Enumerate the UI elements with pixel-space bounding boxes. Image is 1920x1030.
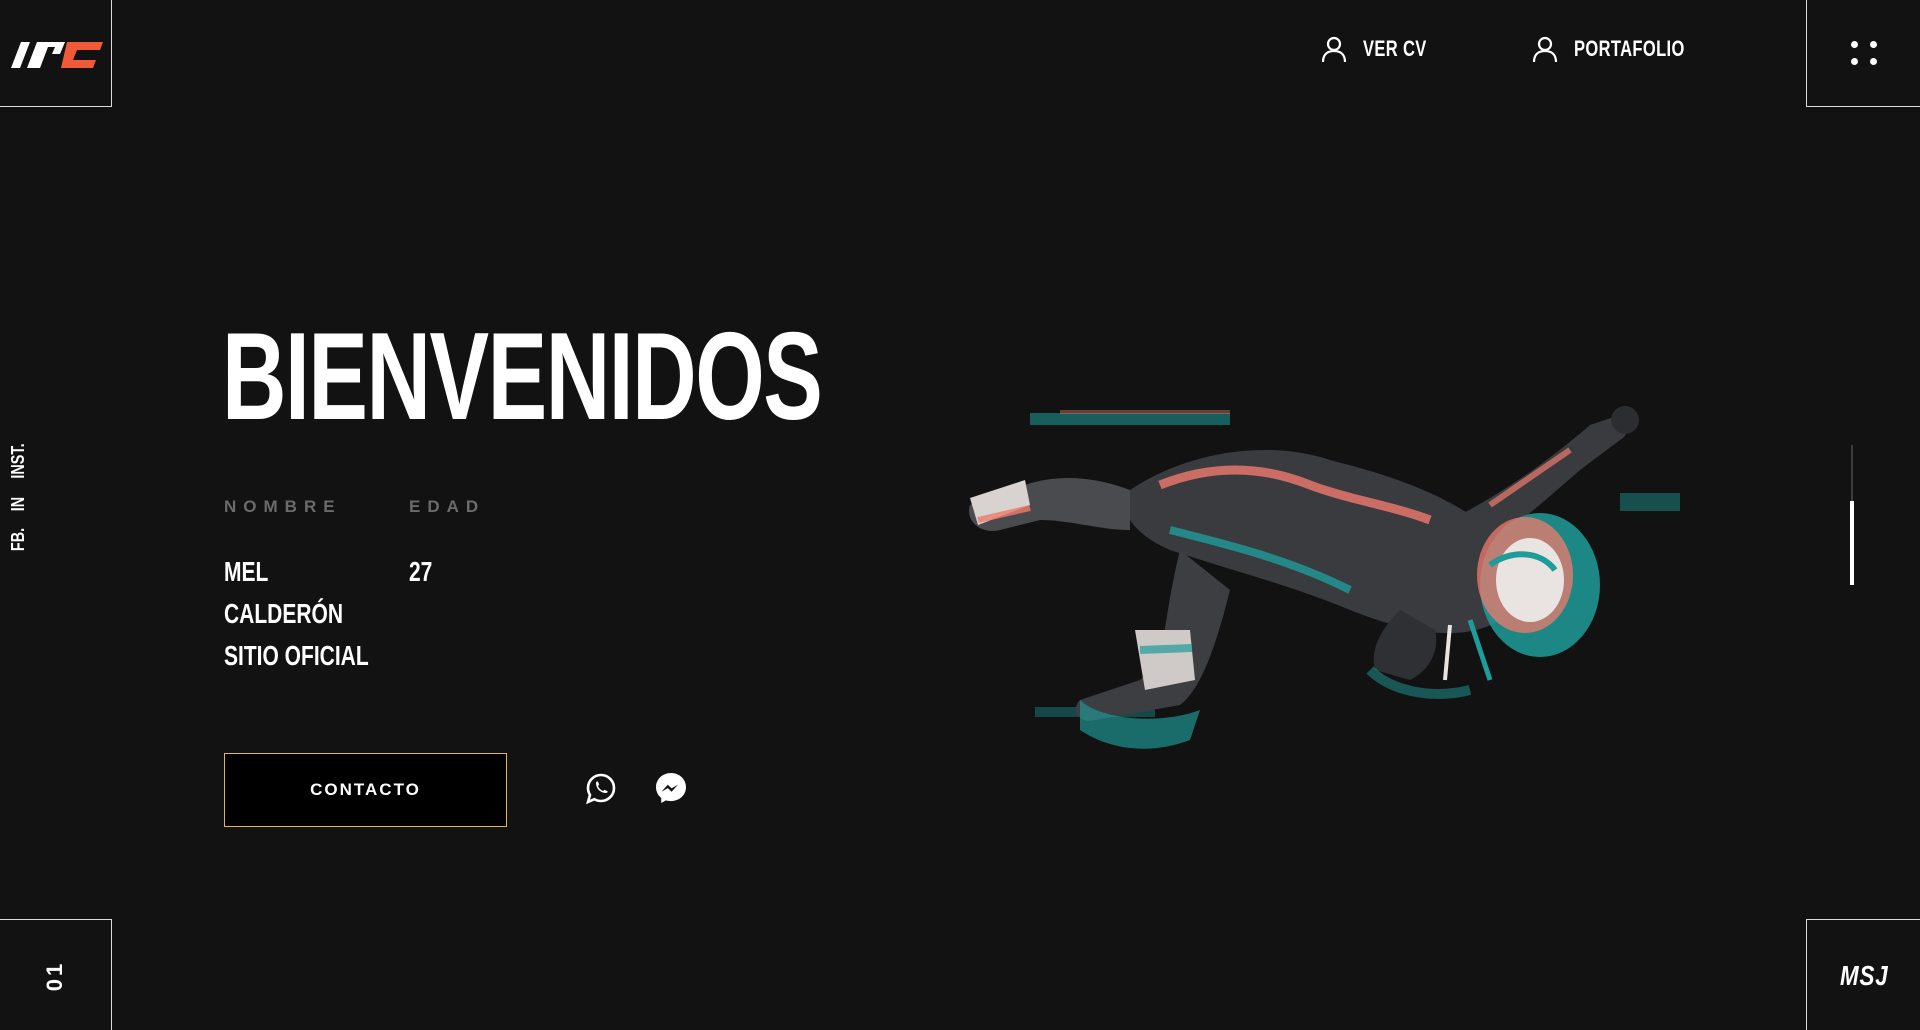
scroll-thumb[interactable] bbox=[1850, 501, 1854, 585]
menu-frame[interactable] bbox=[1806, 0, 1920, 107]
scroll-indicator[interactable] bbox=[1850, 445, 1854, 585]
contact-button[interactable]: CONTACTO bbox=[224, 753, 507, 827]
age-label: EDAD bbox=[409, 497, 486, 516]
message-frame[interactable]: MSJ bbox=[1806, 919, 1920, 1030]
nav-ver-cv[interactable]: VER CV bbox=[1319, 34, 1448, 64]
page-number-frame: 01 bbox=[0, 919, 112, 1030]
landing-page: VER CV PORTAFOLIO FB. IN INST. BIENVENID… bbox=[0, 0, 1920, 1030]
grid-dots-icon[interactable] bbox=[1851, 40, 1877, 65]
name-line-1: MEL bbox=[224, 556, 269, 587]
name-label: NOMBRE bbox=[224, 497, 342, 516]
nav-portafolio[interactable]: PORTAFOLIO bbox=[1530, 34, 1722, 64]
age-value: 27 bbox=[409, 556, 433, 587]
social-facebook-link[interactable]: FB. bbox=[8, 528, 29, 551]
social-instagram-link[interactable]: INST. bbox=[8, 443, 29, 478]
message-button[interactable]: MSJ bbox=[1840, 960, 1888, 992]
whatsapp-icon[interactable] bbox=[581, 768, 621, 808]
messenger-icon[interactable] bbox=[651, 768, 691, 808]
social-linkedin-link[interactable]: IN bbox=[8, 497, 29, 511]
nav-portafolio-label: PORTAFOLIO bbox=[1574, 36, 1686, 61]
nav-ver-cv-label: VER CV bbox=[1363, 36, 1428, 61]
user-icon bbox=[1533, 36, 1558, 63]
brand-logo[interactable] bbox=[5, 36, 105, 70]
name-line-2: CALDERÓN bbox=[224, 598, 344, 629]
top-navigation: VER CV PORTAFOLIO bbox=[1319, 34, 1722, 64]
page-number: 01 bbox=[41, 960, 67, 991]
astronaut-illustration bbox=[969, 406, 1680, 749]
social-links: FB. IN INST. bbox=[8, 439, 29, 554]
logo-frame[interactable] bbox=[0, 0, 112, 107]
hero-title: BIENVENIDOS bbox=[222, 308, 823, 446]
name-line-3: SITIO OFICIAL bbox=[224, 640, 369, 671]
user-icon bbox=[1322, 36, 1347, 63]
contact-button-label: CONTACTO bbox=[310, 780, 421, 799]
